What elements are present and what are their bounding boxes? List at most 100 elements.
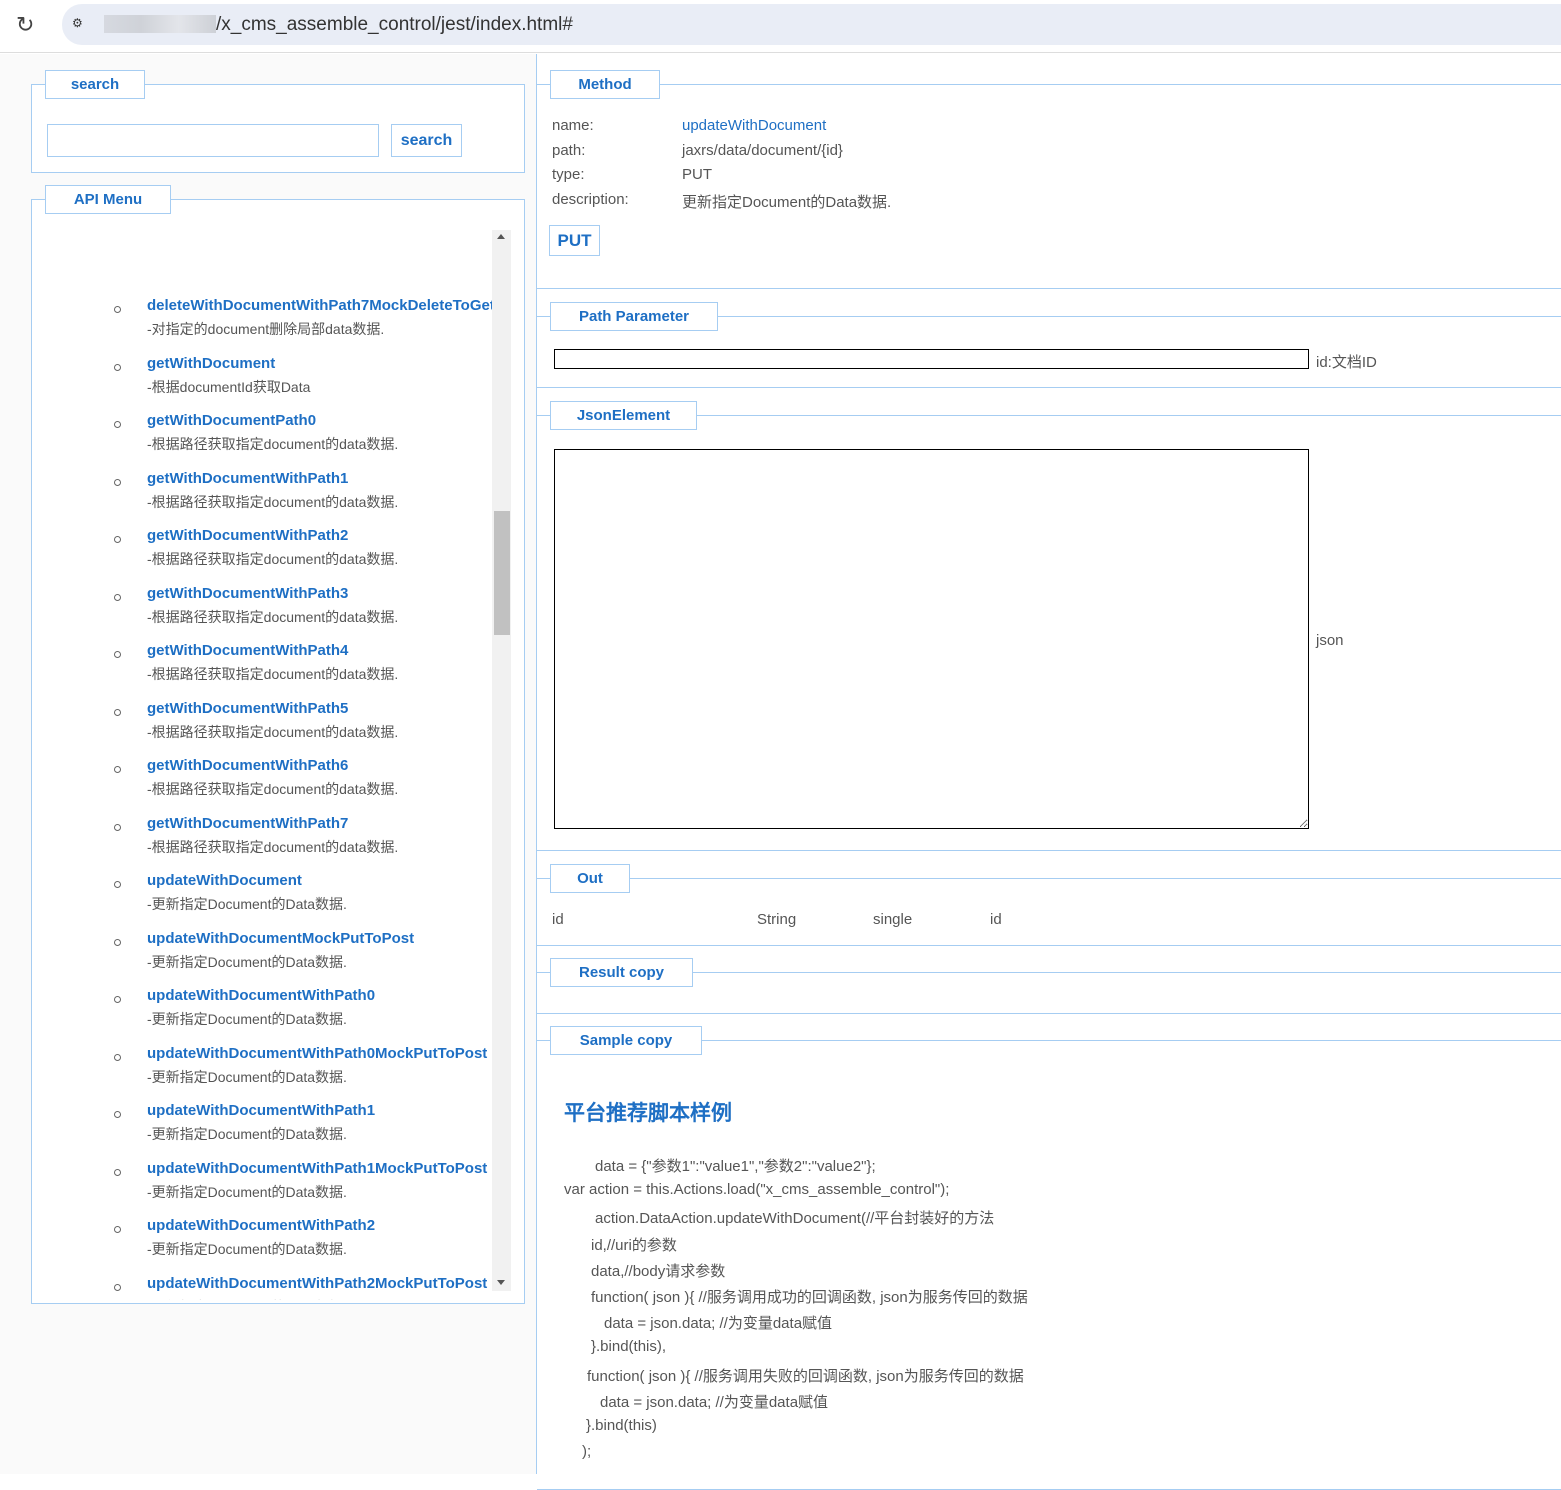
api-name-link[interactable]: getWithDocument: [147, 355, 275, 372]
search-button[interactable]: search: [391, 124, 462, 157]
api-menu-panel: API Menu deleteWithDocumentWithPath7Mock…: [31, 185, 525, 1304]
api-menu-list: deleteWithDocumentWithPath7MockDeleteToG…: [32, 200, 492, 1300]
api-description: -根据路径获取指定document的data数据.: [147, 551, 399, 567]
api-name-link[interactable]: getWithDocumentWithPath5: [147, 700, 348, 717]
scrollbar[interactable]: [492, 230, 511, 1291]
bullet-icon: [114, 766, 121, 773]
path-label: path:: [552, 142, 586, 159]
code-line: function( json ){ //服务调用成功的回调函数, json为服务…: [591, 1289, 1028, 1306]
scrollbar-thumb[interactable]: [494, 511, 510, 635]
api-description: -根据路径获取指定document的data数据.: [147, 781, 399, 797]
sample-panel: Sample copy 平台推荐脚本样例 data = {"参数1":"valu…: [537, 1026, 1561, 1490]
bullet-icon: [114, 1111, 121, 1118]
api-description: -更新指定Document的Data数据.: [147, 1183, 347, 1200]
api-name-link[interactable]: getWithDocumentPath0: [147, 412, 316, 429]
address-bar[interactable]: ⚙ /x_cms_assemble_control/jest/index.htm…: [62, 4, 1561, 45]
code-line: function( json ){ //服务调用失败的回调函数, json为服务…: [587, 1367, 1024, 1385]
method-legend: Method: [550, 70, 660, 99]
scroll-down-icon[interactable]: [497, 1280, 505, 1285]
code-line: var action = this.Actions.load("x_cms_as…: [564, 1181, 950, 1199]
scroll-up-icon[interactable]: [497, 234, 505, 239]
api-description: -根据路径获取指定document的data数据.: [147, 493, 399, 510]
api-name-link[interactable]: updateWithDocumentWithPath0MockPutToPost: [147, 1045, 487, 1062]
url-text: /x_cms_assemble_control/jest/index.html#: [216, 14, 573, 35]
code-line: data = json.data; //为变量data赋值: [604, 1315, 833, 1333]
blurred-host: [104, 15, 216, 33]
api-name-link[interactable]: updateWithDocumentWithPath1: [147, 1102, 375, 1119]
api-description: -根据路径获取指定document的data数据.: [147, 436, 399, 452]
out-field-description: id: [990, 911, 1002, 928]
site-info-icon[interactable]: ⚙: [72, 16, 83, 30]
bullet-icon: [114, 881, 121, 888]
json-element-legend: JsonElement: [550, 401, 697, 430]
bullet-icon: [114, 1283, 121, 1291]
api-description: -更新指定Document的Data数据.: [147, 953, 347, 970]
code-line: data,//body请求参数: [591, 1262, 726, 1280]
code-line: data = {"参数1":"value1","参数2":"value2"};: [595, 1158, 876, 1175]
api-description: -更新指定Document的Data数据.: [147, 1011, 347, 1027]
api-name-link[interactable]: getWithDocumentWithPath2: [147, 527, 348, 544]
api-name-link[interactable]: updateWithDocumentWithPath0: [147, 987, 375, 1004]
out-panel: Out id String single id: [537, 864, 1561, 946]
json-textarea[interactable]: [554, 449, 1309, 829]
description-label: description:: [552, 191, 629, 208]
api-description: -更新指定Document的Data数据.: [147, 1126, 347, 1142]
out-field-type: String: [757, 911, 797, 928]
api-name-link[interactable]: getWithDocumentWithPath1: [147, 470, 348, 487]
sample-title: 平台推荐脚本样例: [564, 1102, 732, 1125]
search-legend: search: [45, 70, 145, 99]
api-name-link[interactable]: updateWithDocumentWithPath2: [147, 1217, 375, 1234]
method-path: jaxrs/data/document/{id}: [682, 142, 843, 159]
type-label: type:: [552, 166, 585, 183]
json-element-panel: JsonElement json: [537, 401, 1561, 851]
name-label: name:: [552, 117, 594, 134]
out-field-multiplicity: single: [873, 911, 913, 928]
result-panel: Result copy: [537, 958, 1561, 1014]
bullet-icon: [114, 306, 121, 313]
method-panel: Method name: updateWithDocument path: ja…: [537, 70, 1561, 289]
api-name-link[interactable]: updateWithDocumentMockPutToPost: [147, 930, 414, 947]
api-description: -根据documentId获取Data: [147, 378, 311, 395]
put-button[interactable]: PUT: [549, 225, 600, 256]
code-line: data = json.data; //为变量data赋值: [600, 1393, 829, 1411]
bullet-icon: [114, 996, 121, 1003]
reload-icon[interactable]: ↻: [16, 12, 34, 38]
api-name-link[interactable]: getWithDocumentWithPath7: [147, 815, 348, 832]
api-name-link[interactable]: getWithDocumentWithPath6: [147, 757, 348, 774]
sample-copy-legend[interactable]: Sample copy: [550, 1026, 702, 1055]
api-description: -根据路径获取指定document的data数据.: [147, 608, 399, 625]
api-description: -对指定的document删除局部data数据.: [147, 321, 385, 337]
api-description: -根据路径获取指定document的data数据.: [147, 838, 399, 855]
bullet-icon: [114, 1226, 121, 1233]
code-line: }.bind(this): [586, 1417, 657, 1434]
api-name-link[interactable]: getWithDocumentWithPath4: [147, 642, 348, 659]
code-line: );: [582, 1443, 592, 1461]
code-line: }.bind(this),: [591, 1338, 667, 1356]
api-name-link[interactable]: getWithDocumentWithPath3: [147, 585, 348, 602]
out-legend: Out: [550, 864, 630, 893]
bullet-icon: [114, 938, 121, 946]
method-type: PUT: [682, 166, 712, 183]
api-name-link[interactable]: updateWithDocumentWithPath1MockPutToPost: [147, 1160, 487, 1177]
method-name: updateWithDocument: [682, 117, 827, 134]
result-copy-legend[interactable]: Result copy: [550, 958, 693, 987]
api-name-link[interactable]: deleteWithDocumentWithPath7MockDeleteToG…: [147, 297, 492, 314]
id-param-label: id:文档ID: [1316, 354, 1377, 371]
path-parameter-legend: Path Parameter: [550, 302, 718, 331]
bullet-icon: [114, 823, 121, 831]
out-field-name: id: [552, 911, 564, 928]
bullet-icon: [114, 421, 121, 428]
id-input[interactable]: [554, 349, 1309, 369]
browser-toolbar: ↻ ⚙ /x_cms_assemble_control/jest/index.h…: [0, 0, 1561, 53]
bullet-icon: [114, 708, 121, 716]
api-name-link[interactable]: updateWithDocumentWithPath2MockPutToPost: [147, 1275, 487, 1292]
search-panel: search search: [31, 70, 525, 173]
code-line: id,//uri的参数: [591, 1236, 677, 1254]
api-description: -根据路径获取指定document的data数据.: [147, 666, 399, 682]
api-name-link[interactable]: updateWithDocument: [147, 872, 302, 889]
path-parameter-panel: Path Parameter id:文档ID: [537, 302, 1561, 388]
bullet-icon: [114, 593, 121, 601]
json-label: json: [1316, 632, 1344, 649]
search-input[interactable]: [47, 124, 379, 157]
bullet-icon: [114, 536, 121, 543]
